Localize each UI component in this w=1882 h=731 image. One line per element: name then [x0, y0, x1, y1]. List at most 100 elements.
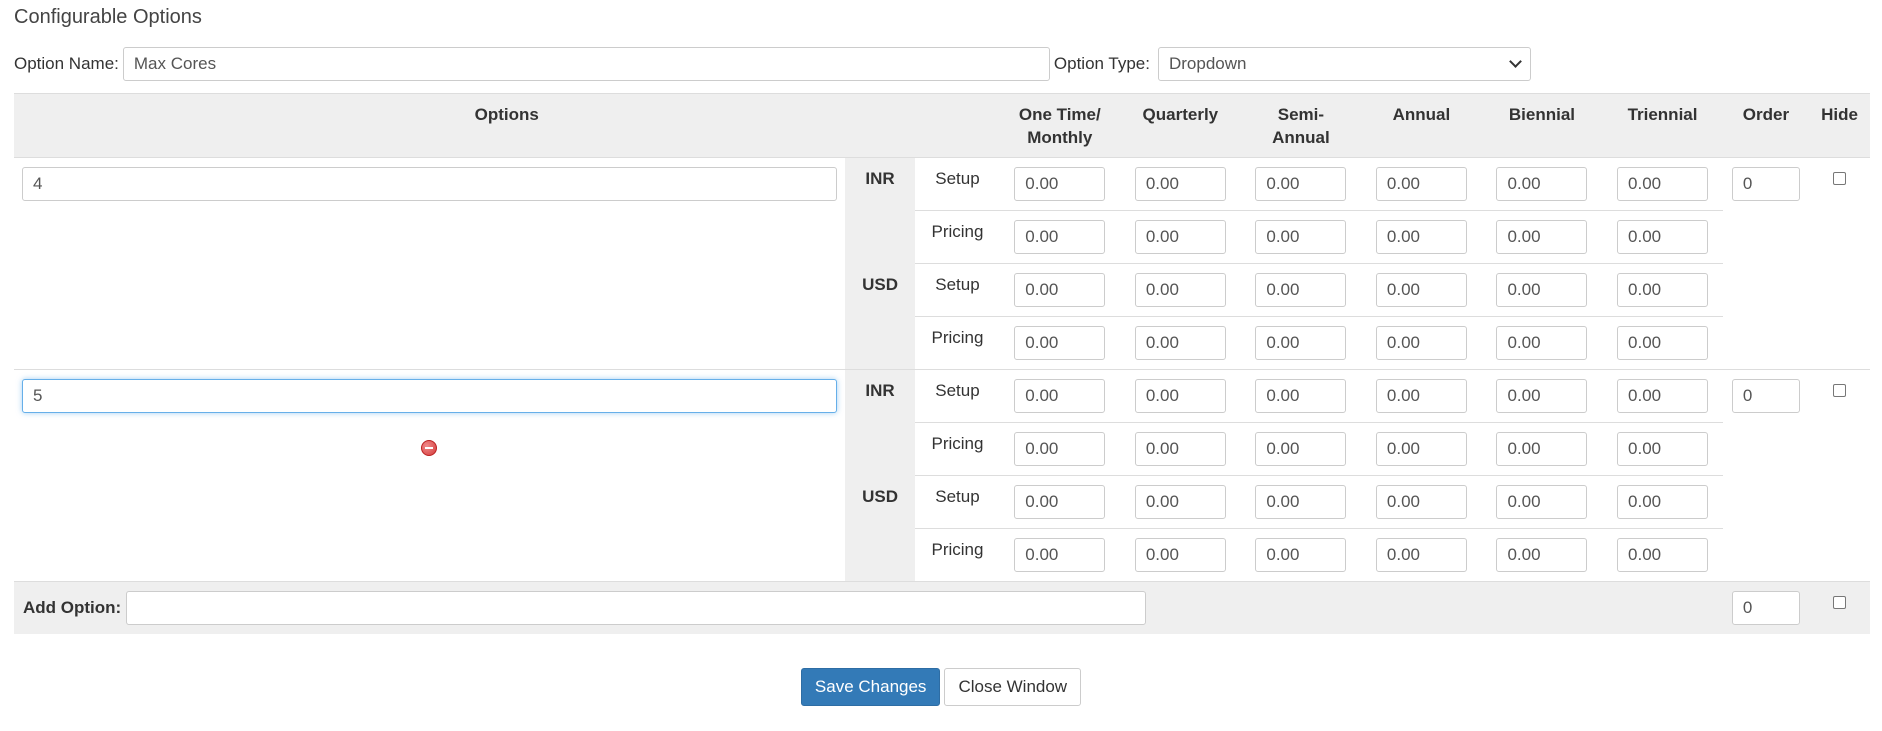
price-input[interactable] — [1014, 432, 1106, 466]
price-input[interactable] — [1375, 220, 1467, 254]
price-input[interactable] — [1496, 220, 1588, 254]
price-input[interactable] — [1134, 273, 1226, 307]
price-input[interactable] — [1617, 432, 1709, 466]
option-header-row: Option Name: Option Type: Dropdown — [14, 47, 1531, 81]
currency-label: USD — [844, 263, 916, 370]
price-input[interactable] — [1375, 432, 1467, 466]
price-input[interactable] — [1375, 538, 1467, 572]
col-one-time-monthly: One Time/Monthly — [999, 93, 1121, 158]
price-input[interactable] — [1496, 326, 1588, 360]
price-input[interactable] — [1496, 538, 1588, 572]
price-input[interactable] — [1014, 326, 1106, 360]
price-input[interactable] — [1014, 538, 1106, 572]
price-input[interactable] — [1375, 379, 1467, 413]
price-input[interactable] — [1134, 379, 1226, 413]
price-type-label: Pricing — [915, 422, 1000, 476]
price-input[interactable] — [1134, 167, 1226, 201]
price-input[interactable] — [1617, 485, 1709, 519]
price-input[interactable] — [1617, 273, 1709, 307]
price-input[interactable] — [1255, 326, 1347, 360]
currency-label: USD — [844, 475, 916, 582]
price-input[interactable] — [1255, 220, 1347, 254]
price-input[interactable] — [1255, 432, 1347, 466]
option-type-value: Dropdown — [1168, 54, 1247, 73]
close-window-button[interactable]: Close Window — [944, 668, 1082, 706]
price-input[interactable] — [1134, 432, 1226, 466]
price-input[interactable] — [1014, 273, 1106, 307]
price-input[interactable] — [1617, 167, 1709, 201]
add-option-hide-checkbox[interactable] — [1833, 596, 1847, 609]
option-order-input[interactable] — [1731, 379, 1800, 413]
hide-cell — [1809, 369, 1870, 582]
price-input[interactable] — [1255, 167, 1347, 201]
col-options: Options — [14, 93, 1000, 158]
col-semi-annual: Semi- Annual — [1240, 93, 1362, 158]
add-option-order-input[interactable] — [1731, 590, 1800, 625]
col-hide: Hide — [1809, 93, 1870, 158]
price-input[interactable] — [1014, 167, 1106, 201]
price-type-label: Setup — [915, 157, 1000, 211]
option-value-input[interactable] — [22, 167, 837, 201]
page-title: Configurable Options — [14, 6, 202, 28]
col-order: Order — [1722, 93, 1810, 158]
form-actions: Save Changes Close Window — [0, 668, 1882, 706]
price-input[interactable] — [1496, 379, 1588, 413]
price-input[interactable] — [1375, 273, 1467, 307]
price-input[interactable] — [1014, 379, 1106, 413]
price-input[interactable] — [1014, 220, 1106, 254]
options-table: Options One Time/Monthly Quarterly Semi-… — [14, 93, 1870, 634]
price-input[interactable] — [1255, 273, 1347, 307]
col-annual: Annual — [1361, 93, 1482, 158]
price-type-label: Pricing — [915, 316, 1000, 370]
option-price-row: INRSetup — [14, 369, 1870, 582]
option-name-input[interactable] — [122, 47, 1050, 81]
price-input[interactable] — [1255, 485, 1347, 519]
col-quarterly: Quarterly — [1120, 93, 1241, 158]
price-input[interactable] — [1134, 326, 1226, 360]
price-type-label: Setup — [915, 369, 1000, 423]
price-type-label: Setup — [915, 475, 1000, 529]
save-changes-button[interactable]: Save Changes — [800, 668, 941, 706]
price-input[interactable] — [1014, 485, 1106, 519]
option-hide-checkbox[interactable] — [1833, 384, 1847, 397]
option-value-input[interactable] — [22, 379, 837, 413]
price-input[interactable] — [1617, 538, 1709, 572]
price-input[interactable] — [1134, 485, 1226, 519]
col-triennial: Triennial — [1602, 93, 1723, 158]
price-input[interactable] — [1496, 167, 1588, 201]
price-input[interactable] — [1617, 379, 1709, 413]
price-input[interactable] — [1375, 167, 1467, 201]
add-option-label: Add Option: — [23, 597, 122, 617]
price-input[interactable] — [1255, 538, 1347, 572]
price-input[interactable] — [1617, 326, 1709, 360]
price-input[interactable] — [1496, 485, 1588, 519]
hide-cell — [1809, 157, 1870, 370]
price-input[interactable] — [1617, 220, 1709, 254]
price-type-label: Pricing — [915, 210, 1000, 264]
table-header-row: Options One Time/Monthly Quarterly Semi-… — [14, 93, 1870, 158]
option-name-label: Option Name: — [14, 54, 119, 73]
price-input[interactable] — [1496, 432, 1588, 466]
option-type-label: Option Type: — [1053, 54, 1150, 73]
col-biennial: Biennial — [1481, 93, 1603, 158]
option-order-input[interactable] — [1731, 167, 1800, 201]
price-type-label: Setup — [915, 263, 1000, 317]
order-cell — [1722, 369, 1810, 582]
price-input[interactable] — [1255, 379, 1347, 413]
option-value-cell — [14, 369, 845, 582]
price-input[interactable] — [1375, 326, 1467, 360]
add-option-row: Add Option: — [14, 581, 1870, 634]
add-option-input[interactable] — [126, 590, 1147, 625]
price-input[interactable] — [1496, 273, 1588, 307]
option-price-row: INRSetup — [14, 157, 1870, 370]
price-type-label: Pricing — [915, 528, 1000, 582]
price-input[interactable] — [1134, 538, 1226, 572]
currency-label: INR — [844, 369, 916, 476]
option-type-select[interactable]: Dropdown — [1157, 47, 1531, 81]
option-hide-checkbox[interactable] — [1833, 172, 1847, 185]
price-input[interactable] — [1134, 220, 1226, 254]
order-cell — [1722, 157, 1810, 370]
option-value-cell — [14, 157, 845, 370]
remove-option-icon[interactable] — [421, 440, 438, 456]
price-input[interactable] — [1375, 485, 1467, 519]
